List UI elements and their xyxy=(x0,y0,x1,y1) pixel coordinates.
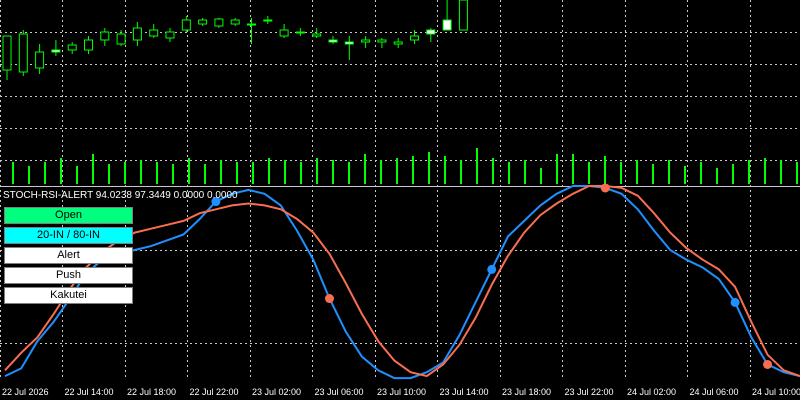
x-axis-label: 22 Jul 22:00 xyxy=(190,387,239,397)
volume-histogram xyxy=(12,148,798,184)
x-axis-label: 22 Jul 18:00 xyxy=(127,387,176,397)
candle-body xyxy=(198,19,208,25)
candle-body xyxy=(393,41,403,45)
candle-body xyxy=(35,51,45,69)
x-axis-label: 23 Jul 02:00 xyxy=(252,387,301,397)
candle-body xyxy=(458,0,468,31)
x-axis-label: 22 Jul 14:00 xyxy=(65,387,114,397)
candle-body xyxy=(377,39,387,43)
signal-dot-down xyxy=(763,359,773,369)
signal-dot-up xyxy=(487,264,497,274)
x-axis-label: 23 Jul 06:00 xyxy=(315,387,364,397)
signal-dot-down xyxy=(324,294,334,304)
candle-body xyxy=(100,31,110,41)
candle-body xyxy=(149,29,159,37)
x-axis-label: 23 Jul 22:00 xyxy=(565,387,614,397)
candle-body xyxy=(312,33,322,37)
candle-body xyxy=(181,19,191,31)
candle-body xyxy=(295,31,305,34)
candle-body xyxy=(132,27,142,41)
x-axis: 22 Jul 2026 22 Jul 14:00 22 Jul 18:00 22 Ju… xyxy=(2,387,800,397)
indicator-title: STOCH-RSI-ALERT 94.0238 97.3449 0.0000 0… xyxy=(3,190,238,201)
levels-20-80-button[interactable]: 20-IN / 80-IN xyxy=(4,227,133,244)
x-axis-label: 23 Jul 18:00 xyxy=(502,387,551,397)
candle-body xyxy=(410,35,419,41)
candle-body xyxy=(165,31,175,39)
x-axis-label: 23 Jul 10:00 xyxy=(377,387,426,397)
x-axis-label: 24 Jul 02:00 xyxy=(627,387,676,397)
candle-body xyxy=(67,44,77,51)
x-axis-label: 23 Jul 14:00 xyxy=(440,387,489,397)
candle-body xyxy=(84,39,93,51)
candlestick-series xyxy=(2,0,468,80)
candle-body xyxy=(279,29,289,37)
alert-button[interactable]: Alert xyxy=(4,247,133,264)
candle-body xyxy=(51,49,61,53)
x-axis-label: 24 Jul 10:00 xyxy=(752,387,800,397)
candle-body xyxy=(18,33,28,73)
open-button[interactable]: Open xyxy=(4,207,133,224)
kakutei-button[interactable]: Kakutei xyxy=(4,287,133,304)
candle-body xyxy=(344,41,354,45)
indicator-button-panel: Open 20-IN / 80-IN Alert Push Kakutei xyxy=(4,207,133,307)
candle-body xyxy=(361,39,371,43)
candle-body xyxy=(214,18,224,27)
x-axis-label: 24 Jul 06:00 xyxy=(690,387,739,397)
candle-body xyxy=(116,33,126,45)
signal-dot-up xyxy=(730,297,740,307)
push-button[interactable]: Push xyxy=(4,267,133,284)
signal-dot-down xyxy=(600,183,610,193)
candle-body xyxy=(426,29,436,35)
candle-body xyxy=(263,19,273,22)
candle-body xyxy=(2,35,12,71)
x-axis-label: 22 Jul 2026 xyxy=(2,387,49,397)
candle-body xyxy=(247,23,256,26)
candle-body xyxy=(230,19,240,25)
candle-body xyxy=(442,19,452,31)
candle-body xyxy=(328,39,338,43)
